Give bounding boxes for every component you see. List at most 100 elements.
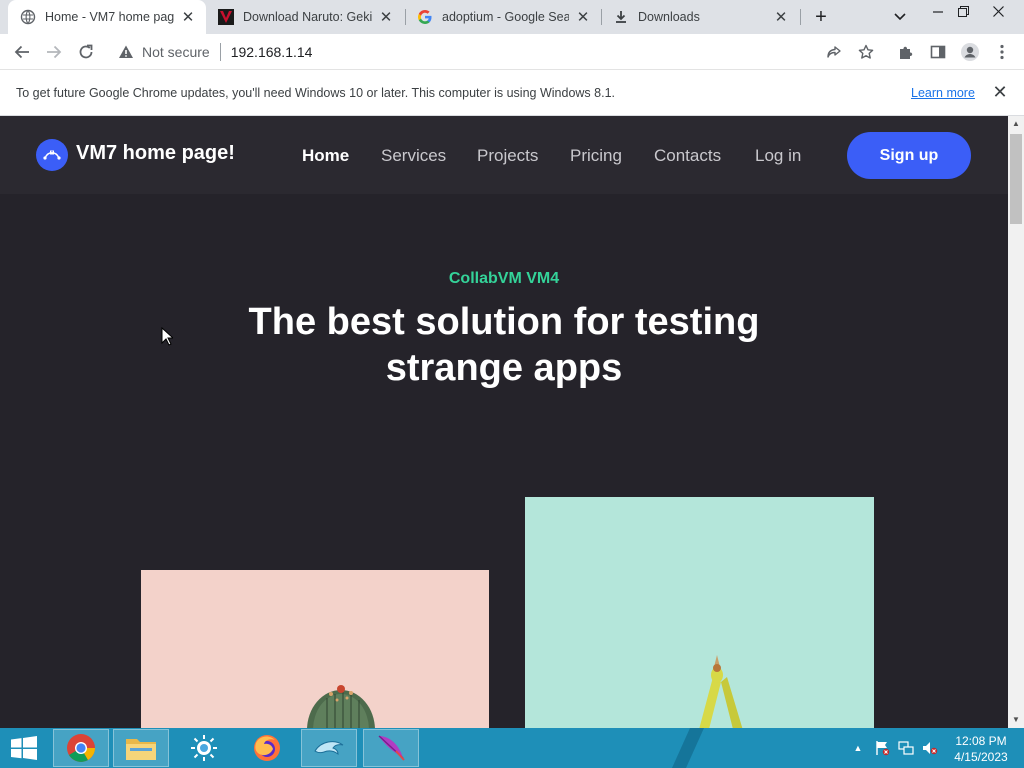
reload-icon <box>79 44 93 59</box>
taskbar-brightness-app[interactable] <box>176 729 232 767</box>
action-center-flag-icon[interactable] <box>874 740 890 756</box>
learn-more-link[interactable]: Learn more <box>911 86 975 100</box>
signup-button[interactable]: Sign up <box>847 132 971 179</box>
dolphin-icon <box>314 741 344 755</box>
clock-time: 12:08 PM <box>955 734 1007 748</box>
infobar-close-icon[interactable]: ✕ <box>990 82 1010 102</box>
nav-home[interactable]: Home <box>302 146 349 166</box>
quill-icon <box>378 735 405 761</box>
taskbar-file-explorer[interactable] <box>113 729 169 767</box>
network-icon[interactable] <box>898 740 914 756</box>
tab-strip: Home - VM7 home page! ✕ Download Naruto:… <box>0 0 1024 34</box>
tab-title: Download Naruto: Gekito <box>243 10 372 24</box>
plus-icon: + <box>815 5 827 28</box>
avatar-icon <box>961 43 979 61</box>
site-v-icon <box>218 9 234 25</box>
tab-naruto-download[interactable]: Download Naruto: Gekito ✕ <box>206 0 404 34</box>
update-infobar: To get future Google Chrome updates, you… <box>0 70 1024 116</box>
cactus-image <box>141 570 489 728</box>
headline-line: The best solution for testing <box>248 301 760 343</box>
scrollbar-thumb[interactable] <box>1010 134 1022 224</box>
close-window-button[interactable] <box>982 0 1014 22</box>
site-header: VM7 home page! Home Services Projects Pr… <box>0 116 1008 194</box>
close-tab-icon[interactable]: ✕ <box>773 9 789 26</box>
profile-button[interactable] <box>955 37 985 67</box>
pencil-image <box>525 497 874 728</box>
address-bar[interactable]: Not secure 192.168.1.14 <box>108 37 884 67</box>
tab-title: adoptium - Google Searc <box>442 10 569 24</box>
scroll-up-icon[interactable]: ▲ <box>1008 116 1024 132</box>
restore-button[interactable] <box>947 0 979 22</box>
clock-date: 4/15/2023 <box>954 750 1008 764</box>
extensions-button[interactable] <box>891 37 921 67</box>
google-g-icon <box>418 10 432 24</box>
windows-logo-icon <box>11 736 37 760</box>
volume-muted-icon[interactable] <box>922 740 938 756</box>
chevron-down-icon <box>894 13 906 21</box>
side-panel-icon <box>930 45 946 59</box>
security-label[interactable]: Not secure <box>142 44 210 60</box>
scroll-down-icon[interactable]: ▼ <box>1008 712 1024 728</box>
tab-google-search[interactable]: adoptium - Google Searc ✕ <box>405 0 601 34</box>
close-icon <box>992 5 1004 17</box>
close-tab-icon[interactable]: ✕ <box>180 9 196 26</box>
warning-icon <box>119 45 133 58</box>
star-icon <box>858 44 874 59</box>
download-icon <box>616 11 626 23</box>
infobar-message: To get future Google Chrome updates, you… <box>16 86 615 100</box>
taskbar-dolphin[interactable] <box>301 729 357 767</box>
side-panel-button[interactable] <box>923 37 953 67</box>
windows-taskbar: ▲ 12:08 PM 4/15/2023 <box>0 728 1024 768</box>
headline-line: strange apps <box>385 347 623 389</box>
kebab-menu-icon <box>1000 44 1004 60</box>
cactus-illustration <box>307 685 375 728</box>
file-explorer-icon <box>126 739 156 760</box>
pencil-illustration <box>699 655 743 728</box>
browser-toolbar: Not secure 192.168.1.14 <box>0 34 1024 70</box>
nav-contacts[interactable]: Contacts <box>654 146 721 166</box>
brightness-icon <box>191 735 217 761</box>
tab-search-button[interactable] <box>884 6 916 28</box>
back-button[interactable] <box>7 37 37 67</box>
tab-title: Downloads <box>638 10 700 24</box>
screen: Home - VM7 home page! ✕ Download Naruto:… <box>0 0 1024 768</box>
omnibox-divider <box>219 43 221 61</box>
tab-vm7-home[interactable]: Home - VM7 home page! ✕ <box>8 0 206 34</box>
restore-icon <box>957 5 969 17</box>
taskbar-firefox[interactable] <box>239 729 295 767</box>
system-clock[interactable]: 12:08 PM 4/15/2023 <box>945 733 1017 765</box>
nav-services[interactable]: Services <box>381 146 446 166</box>
close-tab-icon[interactable]: ✕ <box>378 9 394 26</box>
reload-button[interactable] <box>71 37 101 67</box>
nav-login[interactable]: Log in <box>755 146 801 166</box>
brand-name[interactable]: VM7 home page! <box>76 142 235 165</box>
page-scrollbar[interactable]: ▲ ▼ <box>1008 116 1024 728</box>
bookmark-button[interactable] <box>851 37 881 67</box>
taskbar-quill-app[interactable] <box>363 729 419 767</box>
taskbar-chrome[interactable] <box>53 729 109 767</box>
arrow-left-icon <box>14 45 29 59</box>
bezier-curve-icon <box>43 150 61 160</box>
url-text[interactable]: 192.168.1.14 <box>231 44 313 60</box>
close-tab-icon[interactable]: ✕ <box>575 9 591 26</box>
show-hidden-icons[interactable]: ▲ <box>850 740 866 756</box>
new-tab-button[interactable]: + <box>805 6 837 28</box>
menu-button[interactable] <box>987 37 1017 67</box>
arrow-right-icon <box>47 45 62 59</box>
forward-button[interactable] <box>39 37 69 67</box>
tab-separator <box>800 9 801 25</box>
share-icon <box>827 46 841 58</box>
minimize-icon <box>933 11 943 13</box>
hero-headline: The best solution for testing strange ap… <box>0 299 1008 391</box>
web-page: VM7 home page! Home Services Projects Pr… <box>0 116 1008 728</box>
tab-title: Home - VM7 home page! <box>45 10 174 24</box>
share-button[interactable] <box>819 37 849 67</box>
start-button[interactable] <box>2 729 46 767</box>
logo[interactable] <box>36 139 68 171</box>
chrome-icon <box>67 734 95 762</box>
nav-pricing[interactable]: Pricing <box>570 146 622 166</box>
tab-downloads[interactable]: Downloads ✕ <box>601 0 799 34</box>
hero-eyebrow: CollabVM VM4 <box>448 270 560 287</box>
puzzle-icon <box>900 46 913 59</box>
nav-projects[interactable]: Projects <box>477 146 538 166</box>
